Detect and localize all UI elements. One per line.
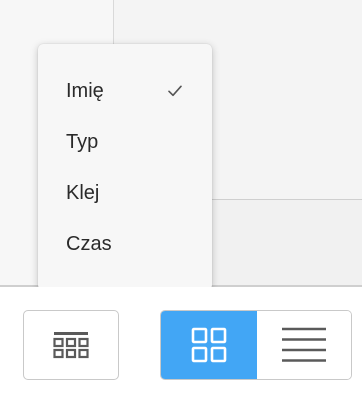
sort-option-label: Typ (66, 131, 99, 153)
sort-option-name[interactable]: Imię (38, 66, 212, 117)
view-mode-toggle (160, 310, 352, 380)
table-view-button[interactable] (23, 310, 119, 380)
view-toolbar (0, 287, 362, 401)
grid-view-button[interactable] (161, 311, 257, 379)
sort-option-type[interactable]: Typ (38, 117, 212, 168)
checkmark-icon (168, 85, 182, 96)
screen: Imię Typ Klej Czas (0, 0, 362, 401)
sort-option-time[interactable]: Czas (38, 219, 212, 270)
grid-view-icon (191, 327, 227, 363)
sort-option-label: Czas (66, 233, 112, 255)
sort-menu: Imię Typ Klej Czas (38, 44, 212, 290)
sort-option-label: Imię (66, 80, 104, 102)
table-view-icon (53, 332, 89, 359)
list-view-icon (282, 327, 326, 362)
sort-option-label: Klej (66, 182, 100, 204)
sort-option-glue[interactable]: Klej (38, 168, 212, 219)
list-view-button[interactable] (257, 311, 351, 379)
